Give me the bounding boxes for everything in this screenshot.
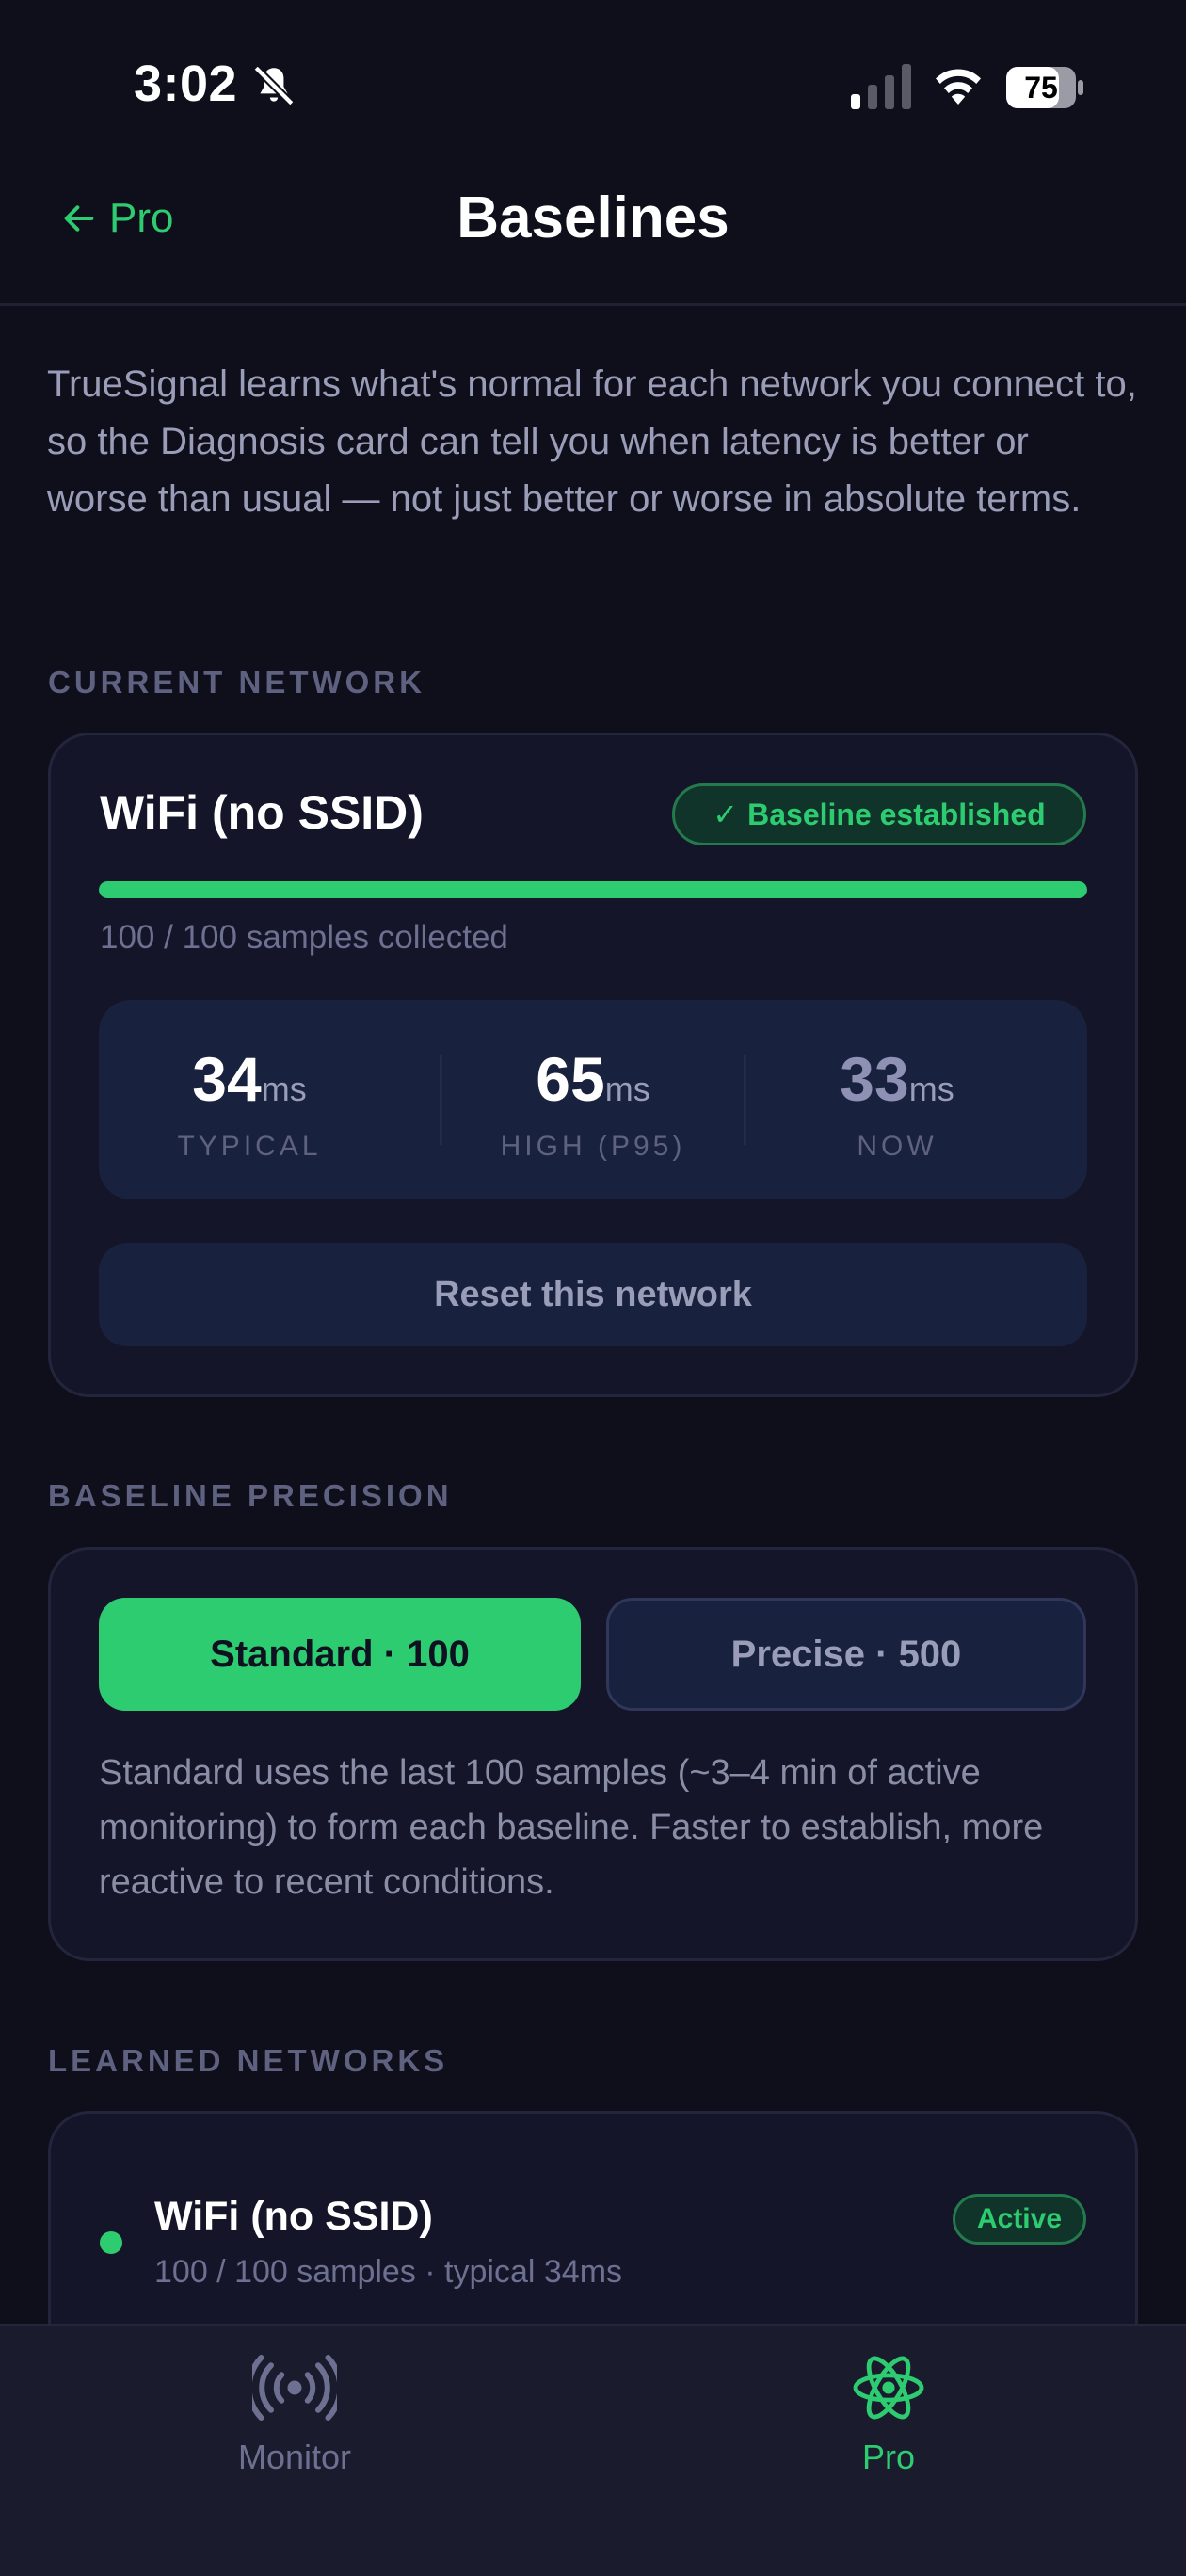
precision-standard-button[interactable]: Standard · 100	[99, 1598, 581, 1711]
tab-pro[interactable]: Pro	[747, 2355, 1030, 2477]
precision-description: Standard uses the last 100 samples (~3–4…	[99, 1753, 1044, 1902]
learned-network-name[interactable]: WiFi (no SSID)	[154, 2194, 433, 2240]
atom-icon	[853, 2356, 924, 2420]
active-badge: Active	[953, 2194, 1086, 2245]
check-icon: ✓	[713, 797, 739, 831]
stats-panel: 34ms TYPICAL 65ms HIGH (P95) 33ms NOW	[99, 1000, 1087, 1199]
stat-high-value: 65	[536, 1044, 605, 1114]
cellular-signal-icon	[851, 64, 911, 109]
broadcast-icon	[252, 2355, 337, 2421]
tab-bar: Monitor Pro	[0, 2324, 1186, 2576]
battery-level: 75	[1024, 71, 1058, 105]
stat-typical-label: TYPICAL	[177, 1131, 322, 1162]
stat-now-label: NOW	[857, 1131, 938, 1162]
network-name: WiFi (no SSID)	[100, 786, 424, 839]
reset-network-button[interactable]: Reset this network	[99, 1243, 1087, 1346]
intro-text: TrueSignal learns what's normal for each…	[47, 363, 1137, 520]
stat-typical-unit: ms	[261, 1070, 307, 1108]
bell-muted-icon	[253, 65, 295, 106]
section-label-baseline-precision: BASELINE PRECISION	[48, 1478, 453, 1513]
learned-network-subtitle: 100 / 100 samples · typical 34ms	[154, 2254, 623, 2290]
stat-now: 33ms NOW	[746, 1000, 1048, 1163]
stat-now-value: 33	[840, 1044, 909, 1114]
section-label-current-network: CURRENT NETWORK	[48, 665, 425, 700]
stat-high: 65ms HIGH (P95)	[442, 1000, 744, 1163]
tab-pro-label: Pro	[861, 2438, 916, 2476]
samples-count: 100 / 100 samples collected	[100, 919, 508, 956]
status-badge: ✓ Baseline established	[672, 783, 1086, 845]
samples-progress-fill	[99, 881, 1087, 898]
status-time: 3:02	[134, 56, 238, 112]
stat-now-unit: ms	[908, 1070, 954, 1108]
stat-high-label: HIGH (P95)	[500, 1131, 686, 1162]
page-title: Baselines	[457, 185, 729, 250]
stat-typical-value: 34	[192, 1044, 262, 1114]
nav-divider	[0, 303, 1186, 306]
battery-icon: 75	[1005, 66, 1084, 109]
tab-monitor-label: Monitor	[237, 2438, 352, 2476]
stat-high-unit: ms	[604, 1070, 650, 1108]
active-dot-icon	[100, 2231, 122, 2254]
section-label-learned-networks: LEARNED NETWORKS	[48, 2043, 449, 2078]
stat-typical: 34ms TYPICAL	[99, 1000, 400, 1163]
tab-monitor[interactable]: Monitor	[153, 2355, 436, 2477]
precision-precise-button[interactable]: Precise · 500	[606, 1598, 1086, 1711]
wifi-icon	[936, 69, 981, 105]
status-badge-label: Baseline established	[747, 797, 1046, 831]
samples-progress-bar	[99, 881, 1087, 898]
